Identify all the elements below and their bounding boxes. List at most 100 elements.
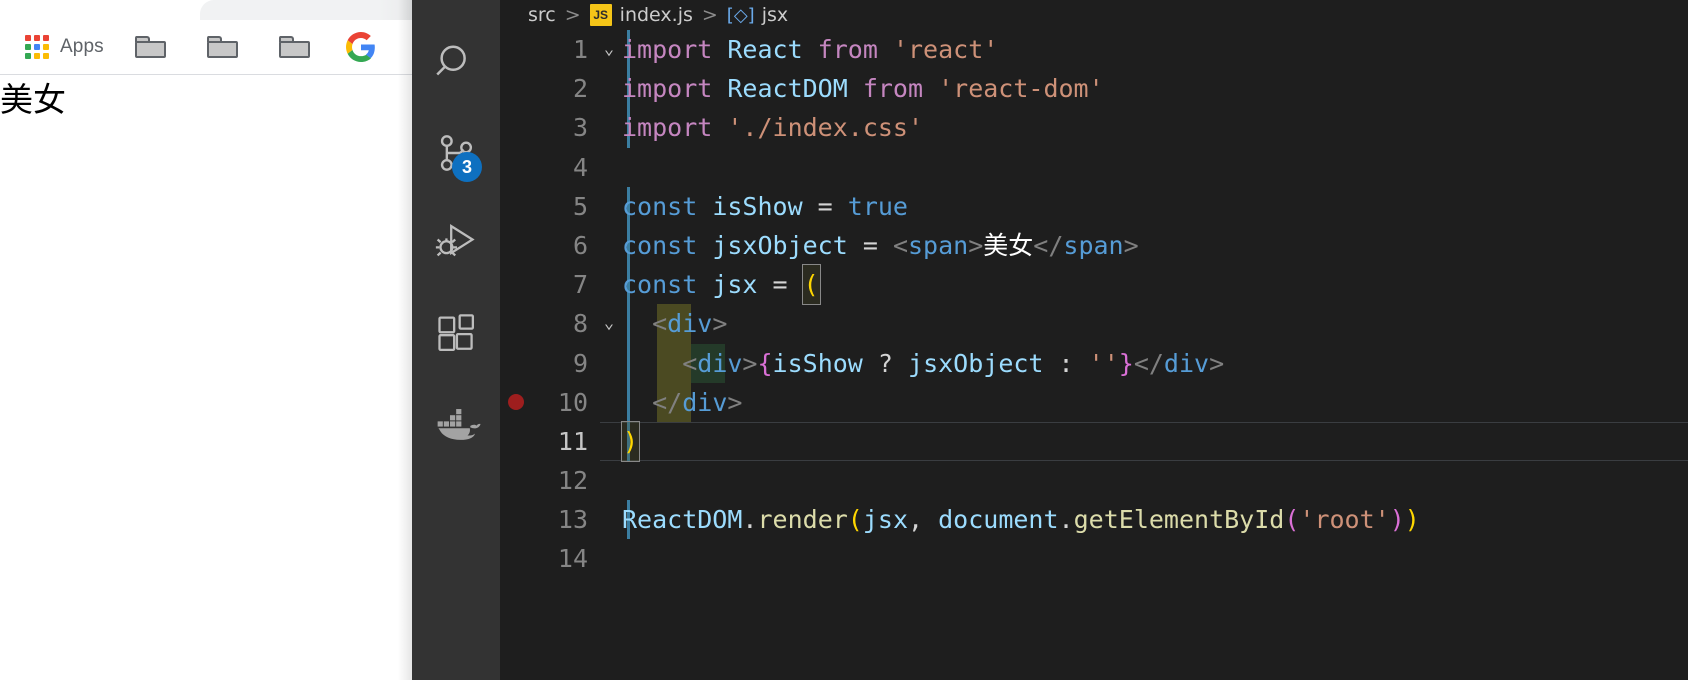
bookmarks-bar: Apps bbox=[0, 20, 442, 74]
code-token: import bbox=[622, 35, 728, 64]
line-number: 10 bbox=[557, 387, 588, 417]
breadcrumb-separator: > bbox=[701, 4, 718, 26]
source-control-badge: 3 bbox=[452, 152, 482, 182]
code-line-text: const jsxObject = < span > 美女 </span > bbox=[622, 226, 1139, 265]
activity-bar-item-source-control[interactable]: 3 bbox=[412, 108, 500, 198]
code-line[interactable]: 7 const jsx = ( bbox=[500, 264, 1688, 306]
screen: Apps 美女 3 src > JS index.js > [◇] jsx 1 … bbox=[0, 0, 1688, 680]
code-line-text: </div > bbox=[622, 383, 742, 422]
run-and-debug-icon bbox=[435, 224, 475, 257]
code-token: import bbox=[622, 113, 728, 143]
line-number: 1 bbox=[572, 35, 588, 64]
code-token: ( bbox=[801, 264, 821, 306]
code-token: > bbox=[742, 348, 758, 378]
code-line[interactable]: 9 < div >{isShow ? jsxObject : ''} </div > bbox=[500, 343, 1688, 383]
bookmark-folder-2[interactable] bbox=[200, 30, 246, 64]
chevron-down-icon[interactable]: ⌄ bbox=[596, 304, 622, 343]
breadcrumb-item-file[interactable]: index.js bbox=[620, 4, 693, 26]
line-number: 13 bbox=[557, 505, 588, 535]
line-number: 8 bbox=[572, 309, 588, 339]
code-token: jsx bbox=[712, 270, 758, 300]
code-token: div bbox=[697, 348, 743, 378]
window-overlap-shadow bbox=[398, 0, 412, 680]
activity-bar-item-search[interactable] bbox=[412, 18, 500, 108]
chrome-browser-window: Apps 美女 bbox=[0, 0, 442, 680]
activity-bar-item-run-debug[interactable] bbox=[412, 198, 500, 288]
code-token: . bbox=[1058, 505, 1074, 535]
active-line-highlight bbox=[600, 421, 1688, 462]
code-token: ( bbox=[847, 505, 863, 535]
code-line[interactable]: 3 import './index.css' bbox=[500, 108, 1688, 148]
code-token: = bbox=[757, 270, 803, 300]
code-token: const bbox=[622, 191, 713, 221]
code-line[interactable]: 8 ⌄ < div > bbox=[500, 304, 1688, 344]
code-token: div bbox=[682, 387, 728, 417]
breadcrumb-item-symbol[interactable]: jsx bbox=[762, 4, 788, 26]
code-token: > bbox=[712, 309, 728, 339]
code-line-text: const isShow = true bbox=[622, 187, 908, 226]
code-token: isShow bbox=[712, 191, 803, 221]
code-token: = bbox=[802, 191, 848, 221]
folder-icon bbox=[278, 34, 312, 60]
code-line-text: < div >{isShow ? jsxObject : ''} </div > bbox=[622, 344, 1224, 383]
code-line-text: ) bbox=[621, 420, 641, 463]
chevron-down-icon[interactable]: ⌄ bbox=[596, 30, 622, 69]
code-editor[interactable]: 1 ⌄ import React from 'react' 2 import React… bbox=[500, 30, 1688, 680]
activity-bar-item-docker[interactable] bbox=[412, 378, 500, 468]
code-token: jsxObject bbox=[908, 348, 1044, 378]
code-line[interactable]: 6 const jsxObject = < span > 美女 </span > bbox=[500, 225, 1688, 266]
code-line-text: import React from 'react' bbox=[622, 30, 998, 69]
code-line[interactable]: 2 import ReactDOM from 'react-dom' bbox=[500, 69, 1688, 109]
folder-icon bbox=[206, 34, 240, 60]
code-line-text: import ReactDOM from 'react-dom' bbox=[622, 69, 1104, 108]
line-number: 6 bbox=[572, 230, 588, 260]
extensions-icon bbox=[438, 314, 475, 352]
bookmark-folder-3[interactable] bbox=[272, 30, 318, 64]
apps-shortcut[interactable]: Apps bbox=[18, 30, 128, 64]
code-line-text: const jsx = ( bbox=[622, 264, 821, 306]
code-token: > bbox=[968, 230, 984, 260]
code-token: const bbox=[622, 230, 713, 260]
code-line[interactable]: 13 ReactDOM. render(jsx, document. getEleme… bbox=[500, 500, 1688, 540]
code-token: ) bbox=[621, 420, 641, 463]
activity-bar: 3 bbox=[412, 0, 500, 680]
browser-tab-strip bbox=[0, 0, 442, 20]
code-line[interactable]: 4 bbox=[500, 148, 1688, 187]
code-line[interactable]: 1 ⌄ import React from 'react' bbox=[500, 30, 1688, 70]
code-token: React bbox=[727, 35, 803, 64]
code-token: = bbox=[847, 230, 893, 260]
code-token: > bbox=[1123, 230, 1139, 260]
line-number: 5 bbox=[572, 191, 588, 221]
code-token: < bbox=[622, 348, 698, 378]
code-token: { bbox=[757, 348, 773, 378]
line-number: 14 bbox=[557, 544, 588, 574]
code-token: '' bbox=[1088, 348, 1119, 378]
search-icon bbox=[436, 45, 466, 76]
code-token: : bbox=[1043, 348, 1089, 378]
code-line[interactable]: 14 bbox=[500, 539, 1688, 578]
code-token: div bbox=[1163, 348, 1210, 378]
code-token: 'root' bbox=[1299, 505, 1390, 535]
code-token: ) bbox=[1404, 505, 1420, 535]
code-line-text: < div > bbox=[622, 304, 727, 343]
bookmark-folder-1[interactable] bbox=[128, 30, 174, 64]
activity-bar-item-extensions[interactable] bbox=[412, 288, 500, 378]
breadcrumb-item-src[interactable]: src bbox=[528, 4, 556, 26]
code-token: 'react-dom' bbox=[938, 74, 1104, 104]
code-token: } bbox=[1118, 348, 1134, 378]
code-token: </ bbox=[622, 387, 683, 417]
code-token: import bbox=[622, 74, 728, 104]
code-line[interactable]: 5 const isShow = true bbox=[500, 186, 1688, 226]
code-token: from bbox=[847, 74, 939, 104]
code-token: true bbox=[847, 191, 908, 221]
code-token: ReactDOM bbox=[622, 505, 743, 535]
code-line[interactable]: 10 </div > bbox=[500, 382, 1688, 422]
bookmark-google[interactable] bbox=[340, 30, 382, 64]
vscode-window: 3 src > JS index.js > [◇] jsx 1 ⌄ import… bbox=[412, 0, 1688, 680]
code-line[interactable]: 11) bbox=[500, 420, 1688, 463]
code-line-text: import './index.css' bbox=[622, 108, 923, 147]
editor-pane: src > JS index.js > [◇] jsx 1 ⌄ import Rea… bbox=[500, 0, 1688, 680]
js-file-badge-icon: JS bbox=[589, 4, 612, 26]
code-token: ReactDOM bbox=[727, 74, 848, 104]
code-line[interactable]: 12 bbox=[500, 461, 1688, 500]
